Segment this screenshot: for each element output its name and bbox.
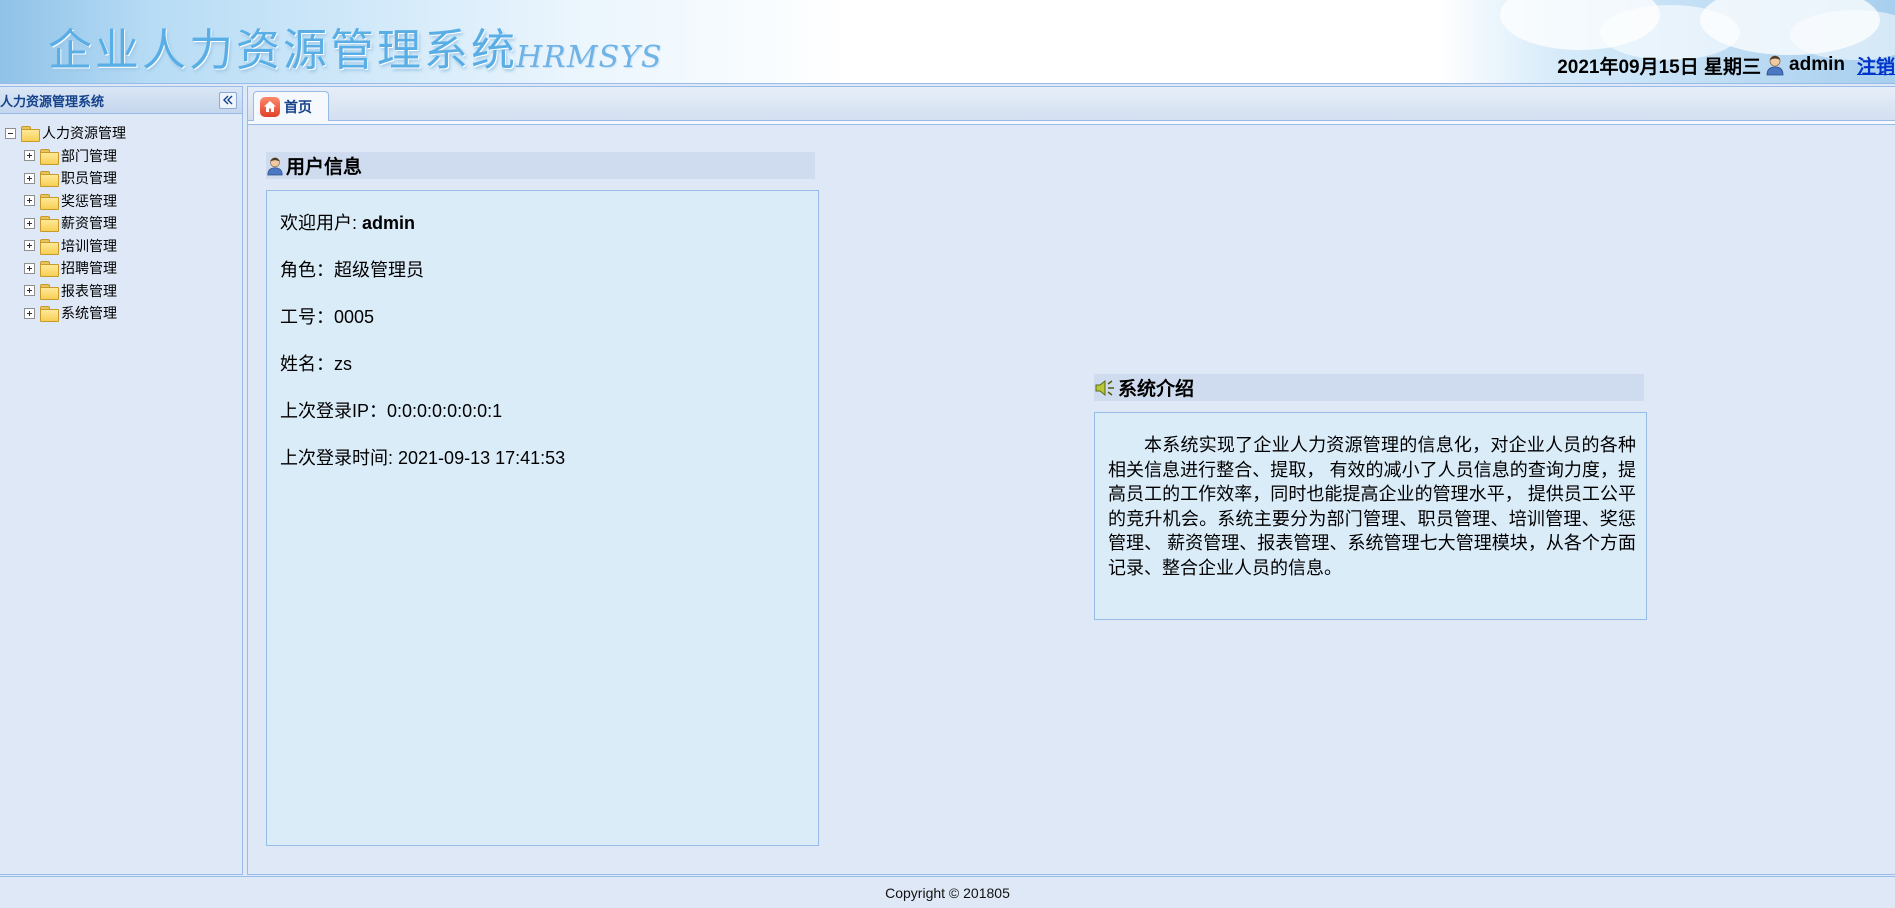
user-bar: 2021年09月15日 星期三 admin 注销	[1557, 52, 1895, 78]
collapse-toggle-icon[interactable]	[5, 127, 16, 139]
info-label: 上次登录IP：	[280, 401, 388, 421]
system-intro-panel: 本系统实现了企业人力资源管理的信息化，对企业人员的各种相关信息进行整合、提取， …	[1094, 412, 1647, 620]
folder-icon	[40, 306, 59, 323]
tab-strip: 首页	[248, 87, 1895, 122]
info-value: 0:0:0:0:0:0:0:1	[387, 401, 503, 421]
info-label: 上次登录时间:	[280, 448, 399, 468]
info-value: 0005	[334, 307, 375, 327]
user-info-heading: 用户信息	[266, 152, 815, 179]
folder-icon	[40, 148, 59, 165]
info-welcome: 欢迎用户: admin	[280, 211, 818, 258]
user-info-title: 用户信息	[286, 156, 363, 178]
system-intro-heading: 系统介绍	[1094, 374, 1644, 401]
sidebar-item-rewards[interactable]: 奖惩管理	[0, 190, 242, 213]
sidebar-item-label: 招聘管理	[61, 261, 117, 278]
tree-root-node[interactable]: 人力资源管理	[0, 122, 242, 145]
folder-icon	[40, 283, 59, 300]
info-label: 角色：	[280, 260, 334, 280]
expand-toggle-icon[interactable]	[24, 240, 35, 252]
sidebar: 人力资源管理系统 人力资源管理 部门管理 职员管理 奖惩管理 薪资管理 培训管理…	[0, 86, 243, 875]
info-employee-id: 工号：0005	[280, 305, 818, 352]
expand-toggle-icon[interactable]	[24, 172, 35, 184]
tab-home[interactable]: 首页	[253, 91, 329, 122]
system-intro-text: 本系统实现了企业人力资源管理的信息化，对企业人员的各种相关信息进行整合、提取， …	[1108, 435, 1636, 578]
user-icon	[1765, 54, 1785, 76]
folder-icon	[40, 261, 59, 278]
tree-root-label: 人力资源管理	[42, 126, 126, 143]
user-info-panel: 欢迎用户: admin 角色：超级管理员 工号：0005 姓名：zs 上次登录I…	[266, 190, 819, 846]
sidebar-item-label: 职员管理	[61, 171, 117, 188]
sidebar-item-label: 薪资管理	[61, 216, 117, 233]
sidebar-collapse-button[interactable]	[219, 91, 237, 109]
info-value: 超级管理员	[334, 260, 424, 280]
sidebar-item-salary[interactable]: 薪资管理	[0, 212, 242, 235]
expand-toggle-icon[interactable]	[24, 195, 35, 207]
nav-tree: 人力资源管理 部门管理 职员管理 奖惩管理 薪资管理 培训管理 招聘管理 报表管…	[0, 114, 242, 325]
tab-label: 首页	[284, 99, 312, 116]
folder-icon	[40, 238, 59, 255]
folder-icon	[40, 193, 59, 210]
sidebar-item-training[interactable]: 培训管理	[0, 235, 242, 258]
expand-toggle-icon[interactable]	[24, 150, 35, 162]
sidebar-item-reports[interactable]: 报表管理	[0, 280, 242, 303]
sidebar-item-label: 培训管理	[61, 238, 117, 255]
info-value: 2021-09-13 17:41:53	[398, 448, 566, 468]
footer: Copyright © 201805	[0, 876, 1895, 908]
folder-icon	[40, 216, 59, 233]
current-username: admin	[1789, 54, 1845, 75]
sidebar-item-recruitment[interactable]: 招聘管理	[0, 257, 242, 280]
current-date: 2021年09月15日 星期三	[1557, 56, 1762, 78]
expand-toggle-icon[interactable]	[24, 262, 35, 274]
app-subtitle: HRMSYS	[516, 40, 663, 75]
system-intro-title: 系统介绍	[1118, 378, 1195, 400]
info-label: 欢迎用户:	[280, 213, 363, 233]
sidebar-item-system[interactable]: 系统管理	[0, 302, 242, 325]
main-panel: 首页 用户信息 欢迎用户: admin 角色：超级管理员 工号：0005 姓名：…	[247, 86, 1895, 875]
info-label: 姓名：	[280, 354, 334, 374]
folder-icon	[40, 171, 59, 188]
speaker-icon	[1094, 378, 1116, 398]
sidebar-item-label: 系统管理	[61, 306, 117, 323]
app-title: 企业人力资源管理系统	[48, 25, 518, 76]
info-value: admin	[362, 213, 416, 233]
home-icon	[260, 96, 280, 117]
info-last-login-time: 上次登录时间: 2021-09-13 17:41:53	[280, 446, 818, 493]
info-label: 工号：	[280, 307, 334, 327]
sidebar-header: 人力资源管理系统	[0, 87, 242, 114]
expand-toggle-icon[interactable]	[24, 217, 35, 229]
sidebar-item-label: 部门管理	[61, 148, 117, 165]
sidebar-item-label: 奖惩管理	[61, 193, 117, 210]
copyright-text: Copyright © 201805	[885, 884, 1010, 901]
info-name: 姓名：zs	[280, 352, 818, 399]
info-last-ip: 上次登录IP：0:0:0:0:0:0:0:1	[280, 399, 818, 446]
sidebar-item-department[interactable]: 部门管理	[0, 145, 242, 168]
user-icon	[266, 156, 284, 176]
expand-toggle-icon[interactable]	[24, 285, 35, 297]
app-header: 企业人力资源管理系统 HRMSYS 2021年09月15日 星期三 admin …	[0, 0, 1895, 84]
folder-open-icon	[21, 126, 40, 143]
expand-toggle-icon[interactable]	[24, 307, 35, 319]
sidebar-title: 人力资源管理系统	[0, 94, 105, 110]
sidebar-item-label: 报表管理	[61, 283, 117, 300]
info-role: 角色：超级管理员	[280, 258, 818, 305]
double-chevron-left-icon	[222, 95, 234, 105]
logout-link[interactable]: 注销	[1857, 52, 1895, 79]
info-value: zs	[334, 354, 352, 374]
sidebar-item-staff[interactable]: 职员管理	[0, 167, 242, 190]
tab-body-border	[248, 121, 1895, 125]
